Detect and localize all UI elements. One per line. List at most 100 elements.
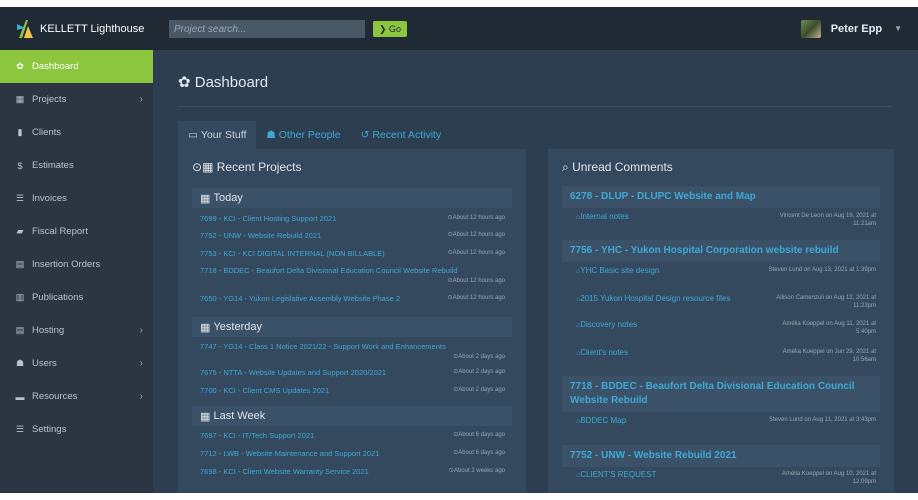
section-header-today: ▦ Today	[192, 188, 512, 208]
comment-link[interactable]: Discovery notes	[580, 320, 637, 329]
chevron-right-icon: ❯	[378, 23, 390, 34]
project-row: 7697 - KCI - IT/Tech Support 2021 ⊙About …	[200, 431, 505, 441]
sidebar-item-dashboard[interactable]: ✿ Dashboard	[0, 50, 153, 83]
tab-recent-activity[interactable]: ↺ Recent Activity	[351, 121, 452, 149]
tab-other-people[interactable]: ☗ Other People	[256, 121, 350, 149]
project-link[interactable]: 7712 - LWB - Website Maintenance and Sup…	[200, 449, 440, 458]
sidebar-item-settings[interactable]: ☰ Settings	[0, 413, 153, 446]
calendar-icon: ▦	[200, 321, 214, 334]
timestamp: ⊙About 2 days ago	[453, 386, 505, 393]
tab-your-stuff[interactable]: ▭ Your Stuff	[178, 121, 257, 149]
publications-icon: ▥	[15, 292, 25, 302]
comment-author: Amélia Koeppel on Jun 29, 2021 at 10:56a…	[782, 349, 876, 363]
comment-link[interactable]: CLIENT'S REQUEST	[580, 470, 656, 479]
project-row: 7747 - YG14 - Class 1 Notice 2021/22 - S…	[200, 342, 505, 362]
go-label: Go	[389, 24, 402, 34]
user-menu[interactable]: Peter Epp ▼	[800, 7, 902, 50]
project-row: 7718 - BDDEC - Beaufort Delta Divisional…	[200, 266, 505, 286]
timestamp: ⊙About 12 hours ago	[448, 277, 505, 284]
divider	[178, 106, 893, 107]
calendar-icon: ▦	[200, 410, 214, 423]
sidebar-item-resources[interactable]: ▬ Resources ›	[0, 380, 153, 413]
timestamp: ⊙About 6 days ago	[453, 449, 505, 456]
clock-icon: ⊙	[192, 160, 203, 174]
section-label: Last Week	[213, 410, 266, 422]
project-link[interactable]: 7698 - KCI - Client Website Warranty Ser…	[200, 467, 440, 476]
comment-author: Steven Lund on Aug 13, 2021 at 1:39pm	[768, 267, 876, 273]
project-link[interactable]: 7699 - KCI - Client Hosting Support 2021	[200, 214, 440, 223]
timestamp-text: About 12 hours ago	[452, 215, 505, 221]
go-button[interactable]: ❯ Go	[373, 21, 407, 37]
users-icon: ☗	[15, 358, 25, 368]
sidebar-item-label: Publications	[32, 292, 84, 303]
comment-project-link[interactable]: 7718 - BDDEC - Beaufort Delta Divisional…	[562, 376, 880, 412]
sidebar-item-insertion-orders[interactable]: ▤ Insertion Orders	[0, 248, 153, 281]
sidebar: ✿ Dashboard ▦ Projects › ▮ Clients $ Estimates ☰ I…	[0, 50, 153, 493]
chevron-right-icon: ›	[139, 391, 143, 402]
project-link[interactable]: 7650 - YG14 - Yukon Legislative Assembly…	[200, 294, 435, 303]
sidebar-item-invoices[interactable]: ☰ Invoices	[0, 182, 153, 215]
comment-link[interactable]: 2015 Yukon Hospital Design resource file…	[580, 294, 730, 303]
comment-project-link[interactable]: 7756 - YHC - Yukon Hospital Corporation …	[562, 240, 880, 262]
section-header-last-week: ▦ Last Week	[192, 406, 512, 426]
sidebar-item-label: Projects	[32, 94, 67, 105]
timestamp: ⊙About 2 days ago	[453, 353, 505, 360]
sidebar-item-label: Invoices	[32, 193, 67, 204]
project-link[interactable]: 7718 - BDDEC - Beaufort Delta Divisional…	[200, 266, 480, 275]
section-header-yesterday: ▦ Yesterday	[192, 317, 512, 337]
tab-label: Your Stuff	[200, 129, 247, 141]
recent-projects-heading-text: Recent Projects	[216, 160, 302, 174]
timestamp: ⊙About 2 weeks ago	[449, 467, 505, 474]
comment-item: ⌂2015 Yukon Hospital Design resource fil…	[576, 294, 876, 309]
project-link[interactable]: 7675 - NTTA - Website Updates and Suppor…	[200, 368, 440, 377]
sidebar-item-publications[interactable]: ▥ Publications	[0, 281, 153, 314]
sidebar-item-hosting[interactable]: ▤ Hosting ›	[0, 314, 153, 347]
main-content: ✿ Dashboard ▭ Your Stuff ☗ Other People ↺ …	[153, 50, 918, 493]
comment-item: ⌂Discovery notes Amélia Koeppel on Aug 11…	[576, 320, 876, 335]
project-search-input[interactable]	[169, 20, 365, 38]
top-bar: KELLETT Lighthouse ❯ Go Peter Epp ▼	[0, 7, 918, 50]
sidebar-item-label: Dashboard	[32, 61, 79, 72]
comment-link[interactable]: YHC Basic site design	[580, 266, 659, 275]
project-link[interactable]: 7697 - KCI - IT/Tech Support 2021	[200, 431, 440, 440]
timestamp: ⊙About 12 hours ago	[448, 294, 505, 301]
folder-icon: ▭	[188, 129, 201, 141]
app-window: KELLETT Lighthouse ❯ Go Peter Epp ▼ ✿ Das…	[0, 7, 918, 493]
timestamp-text: About 12 hours ago	[452, 250, 505, 256]
user-name: Peter Epp	[830, 22, 883, 35]
resources-icon: ▬	[15, 391, 25, 402]
section-label: Today	[213, 192, 243, 204]
hosting-icon: ▤	[15, 325, 25, 335]
comment-project-link[interactable]: 7752 - UNW - Website Rebuild 2021	[562, 445, 880, 467]
settings-icon: ☰	[15, 424, 25, 434]
sidebar-item-users[interactable]: ☗ Users ›	[0, 347, 153, 380]
sidebar-item-label: Insertion Orders	[32, 259, 101, 270]
comment-project-link[interactable]: 6278 - DLUP - DLUPC Website and Map	[562, 186, 880, 208]
project-link[interactable]: 7753 - KCI - KCI DIGITAL INTERNAL (NON B…	[200, 249, 440, 258]
brand[interactable]: KELLETT Lighthouse	[0, 7, 153, 50]
comment-link[interactable]: BDDEC Map	[580, 416, 626, 425]
comments-icon: ⌕	[562, 160, 569, 174]
sidebar-item-estimates[interactable]: $ Estimates	[0, 149, 153, 182]
dashboard-icon: ✿	[16, 61, 24, 71]
project-link[interactable]: 7752 - UNW - Website Rebuild 2021	[200, 231, 440, 240]
sidebar-item-clients[interactable]: ▮ Clients	[0, 116, 153, 149]
sidebar-item-fiscal-report[interactable]: ▰ Fiscal Report	[0, 215, 153, 248]
comment-item: ⌂Client's notes Amélia Koeppel on Jun 29,…	[576, 348, 876, 363]
comment-link[interactable]: Client's notes	[580, 348, 628, 357]
users-icon: ☗	[266, 129, 279, 141]
tab-bar: ▭ Your Stuff ☗ Other People ↺ Recent Activ…	[178, 121, 451, 149]
comment-item: ⌂BDDEC Map Steven Lund on Aug 11, 2021 at…	[576, 416, 876, 425]
sidebar-item-label: Users	[32, 358, 57, 369]
sidebar-item-projects[interactable]: ▦ Projects ›	[0, 83, 153, 116]
comment-link[interactable]: Internal notes	[580, 212, 628, 221]
tab-label: Recent Activity	[372, 129, 442, 141]
caret-down-icon: ▼	[894, 24, 902, 33]
dashboard-icon: ✿	[178, 74, 191, 91]
sidebar-item-label: Estimates	[32, 160, 74, 171]
timestamp: ⊙About 12 hours ago	[448, 231, 505, 238]
comment-item: ⌂Internal notes Vincent De Leon on Aug 19…	[576, 212, 876, 227]
timestamp-text: About 2 days ago	[458, 354, 505, 360]
project-link[interactable]: 7747 - YG14 - Class 1 Notice 2021/22 - S…	[200, 342, 500, 351]
project-link[interactable]: 7700 - KCI - Client CMS Updates 2021	[200, 386, 440, 395]
